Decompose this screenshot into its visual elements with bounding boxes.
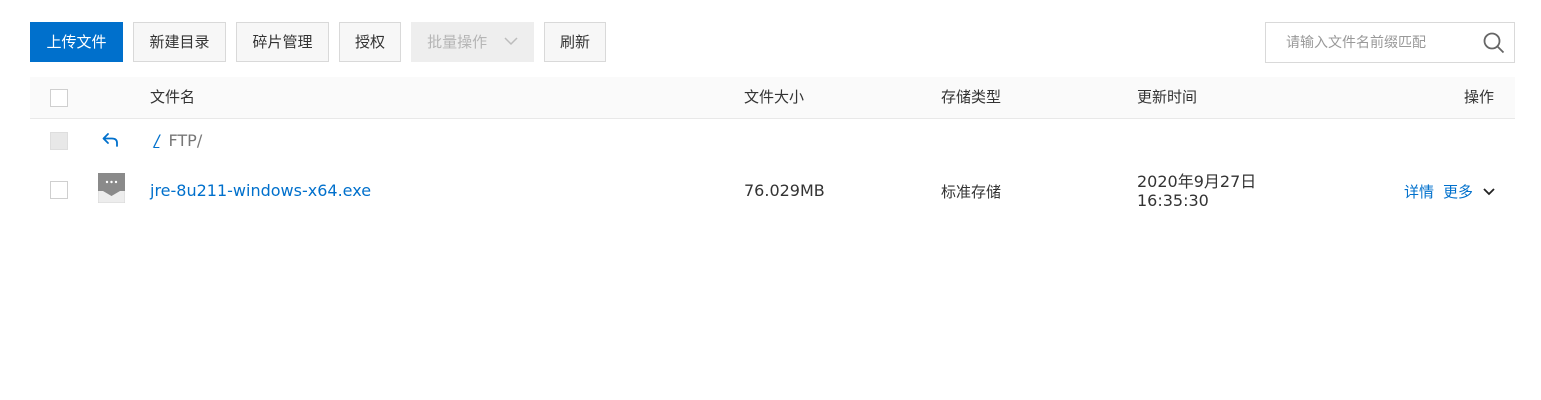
updated-time: 2020年9月27日 16:35:30 (1137, 172, 1256, 210)
refresh-button[interactable]: 刷新 (544, 22, 606, 62)
search-icon[interactable] (1483, 32, 1505, 54)
file-size: 76.029MB (744, 181, 825, 200)
row-checkbox-disabled (50, 132, 68, 150)
storage-type: 标准存储 (941, 183, 1002, 201)
search-box (1265, 22, 1515, 63)
batch-operations-label: 批量操作 (427, 33, 488, 51)
file-name-link[interactable]: jre-8u211-windows-x64.exe (150, 181, 371, 200)
updated-date-text: 2020年9月27日 (1137, 172, 1257, 191)
upload-file-button[interactable]: 上传文件 (30, 22, 123, 62)
breadcrumb-current: FTP/ (168, 131, 203, 150)
toolbar: 上传文件 新建目录 碎片管理 授权 批量操作 刷新 (30, 22, 1515, 63)
table-row: jre-8u211-windows-x64.exe 76.029MB 标准存储 … (30, 163, 1515, 219)
back-arrow-icon[interactable] (102, 132, 120, 152)
column-header-storage: 存储类型 (941, 88, 1002, 106)
table-header: 文件名 文件大小 存储类型 更新时间 操作 (30, 77, 1515, 119)
file-table: 文件名 文件大小 存储类型 更新时间 操作 / FTP/ jre-8u211-w… (30, 77, 1515, 219)
column-header-size: 文件大小 (744, 88, 805, 106)
row-checkbox[interactable] (50, 181, 68, 199)
column-header-updated: 更新时间 (1137, 88, 1198, 106)
more-dropdown[interactable]: 更多 (1443, 181, 1495, 202)
chevron-down-icon (1483, 182, 1495, 200)
column-header-name: 文件名 (150, 88, 196, 106)
more-label: 更多 (1443, 183, 1474, 201)
authorize-button[interactable]: 授权 (339, 22, 401, 62)
batch-operations-dropdown[interactable]: 批量操作 (411, 22, 534, 62)
parent-directory-row: / FTP/ (30, 119, 1515, 163)
file-icon (97, 172, 126, 204)
new-directory-button[interactable]: 新建目录 (133, 22, 226, 62)
breadcrumb: / FTP/ (154, 131, 202, 150)
fragment-management-button[interactable]: 碎片管理 (236, 22, 329, 62)
column-header-actions: 操作 (1463, 88, 1494, 106)
detail-link[interactable]: 详情 (1404, 181, 1434, 202)
chevron-down-icon (504, 22, 518, 60)
breadcrumb-root-link[interactable]: / (154, 131, 159, 150)
search-input[interactable] (1266, 23, 1476, 62)
select-all-checkbox[interactable] (50, 89, 68, 107)
updated-time-text: 16:35:30 (1137, 191, 1209, 210)
